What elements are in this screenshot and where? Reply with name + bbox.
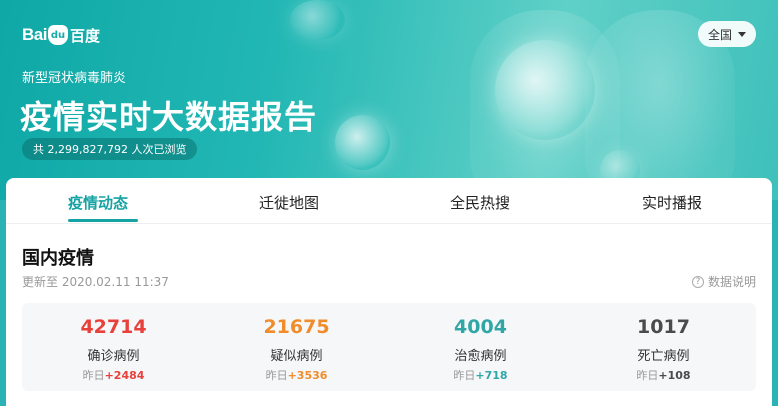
stat-deaths: 1017 死亡病例 昨日+108 bbox=[572, 303, 755, 391]
stat-label: 疑似病例 bbox=[270, 349, 323, 364]
virus-illustration bbox=[495, 40, 595, 140]
logo-text: Bai bbox=[22, 25, 47, 44]
stat-value: 4004 bbox=[454, 316, 507, 338]
content-card: 疫情动态 迁徙地图 全民热搜 实时播报 国内疫情 更新至 2020.02.11 … bbox=[6, 178, 772, 406]
tab-epidemic-dynamics[interactable]: 疫情动态 bbox=[68, 192, 128, 213]
stat-label: 确诊病例 bbox=[87, 349, 140, 364]
baidu-logo[interactable]: Bai du 百度 bbox=[22, 22, 100, 48]
tab-bar: 疫情动态 迁徙地图 全民热搜 实时播报 bbox=[6, 178, 772, 224]
stats-panel: 42714 确诊病例 昨日+2484 21675 疑似病例 昨日+3536 40… bbox=[22, 303, 756, 391]
stat-value: 1017 bbox=[637, 316, 690, 338]
stat-label: 死亡病例 bbox=[637, 349, 690, 364]
tab-live-broadcast[interactable]: 实时播报 bbox=[642, 192, 702, 213]
stat-label: 治愈病例 bbox=[454, 349, 507, 364]
stat-confirmed: 42714 确诊病例 昨日+2484 bbox=[22, 303, 205, 391]
page-title: 疫情实时大数据报告 bbox=[20, 98, 318, 136]
logo-cn-text: 百度 bbox=[69, 26, 100, 45]
data-explanation-link[interactable]: ? 数据说明 bbox=[691, 273, 756, 290]
tab-migration-map[interactable]: 迁徙地图 bbox=[259, 192, 319, 213]
stat-delta: 昨日+2484 bbox=[82, 369, 145, 382]
hero-banner: Bai du 百度 全国 新型冠状病毒肺炎 疫情实时大数据报告 共 2,299,… bbox=[0, 0, 778, 200]
view-count-badge: 共 2,299,827,792 人次已浏览 bbox=[22, 138, 198, 160]
stat-suspected: 21675 疑似病例 昨日+3536 bbox=[205, 303, 388, 391]
stat-delta: 昨日+718 bbox=[453, 369, 508, 382]
region-selector[interactable]: 全国 bbox=[698, 21, 756, 47]
virus-illustration bbox=[290, 0, 345, 40]
virus-illustration bbox=[335, 115, 390, 170]
stat-delta: 昨日+3536 bbox=[265, 369, 328, 382]
stat-value: 21675 bbox=[263, 316, 330, 338]
paw-icon: du bbox=[47, 25, 68, 45]
active-tab-indicator bbox=[68, 219, 138, 222]
update-timestamp: 更新至 2020.02.11 11:37 bbox=[22, 275, 169, 289]
logo-du: du bbox=[50, 29, 66, 41]
stat-delta: 昨日+108 bbox=[636, 369, 691, 382]
region-label: 全国 bbox=[707, 27, 732, 42]
stat-recovered: 4004 治愈病例 昨日+718 bbox=[389, 303, 572, 391]
question-circle-icon: ? bbox=[691, 275, 704, 288]
page-subtitle: 新型冠状病毒肺炎 bbox=[22, 71, 127, 86]
caret-down-icon bbox=[738, 31, 746, 37]
data-explanation-label: 数据说明 bbox=[707, 275, 756, 289]
section-title: 国内疫情 bbox=[22, 248, 94, 269]
stat-value: 42714 bbox=[80, 316, 147, 338]
tab-hot-search[interactable]: 全民热搜 bbox=[450, 192, 510, 213]
